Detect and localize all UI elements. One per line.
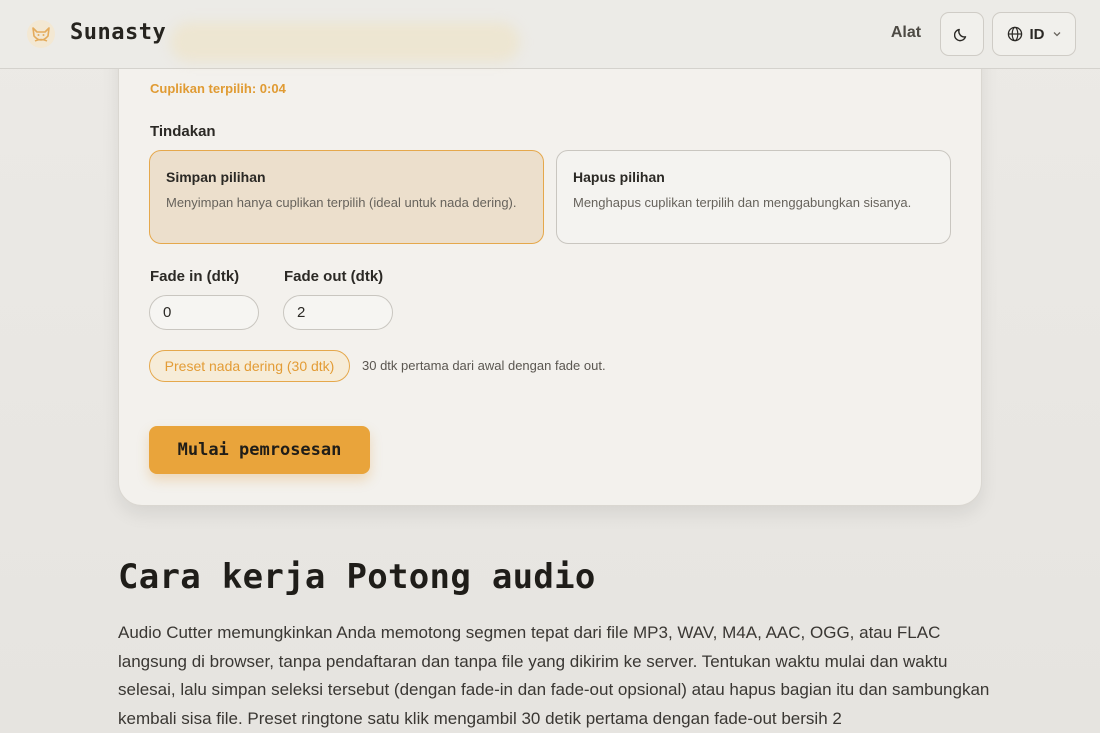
chevron-down-icon xyxy=(1053,32,1060,37)
delete-selection-title: Hapus pilihan xyxy=(573,169,665,185)
header-highlight xyxy=(170,22,520,62)
delete-selection-description: Menghapus cuplikan terpilih dan menggabu… xyxy=(573,195,912,210)
keep-selection-option[interactable]: Simpan pilihan Menyimpan hanya cuplikan … xyxy=(149,150,544,244)
how-it-works-paragraph: Audio Cutter memungkinkan Anda memotong … xyxy=(118,623,990,728)
ringtone-preset-button[interactable]: Preset nada dering (30 dtk) xyxy=(149,350,350,382)
moon-icon xyxy=(954,28,967,42)
globe-icon xyxy=(1007,26,1022,42)
keep-selection-title: Simpan pilihan xyxy=(166,169,266,185)
nav-link-tools[interactable]: Alat xyxy=(876,24,936,42)
fox-logo-icon[interactable] xyxy=(26,19,56,49)
selected-clip-duration: Cuplikan terpilih: 0:04 xyxy=(150,81,286,96)
fade-in-label: Fade in (dtk) xyxy=(150,268,240,285)
start-processing-button[interactable]: Mulai pemrosesan xyxy=(149,426,370,474)
fade-out-label: Fade out (dtk) xyxy=(284,268,384,285)
theme-toggle-button[interactable] xyxy=(940,12,984,56)
actions-label: Tindakan xyxy=(150,123,216,140)
how-it-works-heading: Cara kerja Potong audio xyxy=(118,557,596,597)
language-label: ID xyxy=(1029,25,1045,43)
language-selector[interactable]: ID xyxy=(992,12,1076,56)
keep-selection-description: Menyimpan hanya cuplikan terpilih (ideal… xyxy=(166,195,517,210)
delete-selection-option[interactable]: Hapus pilihan Menghapus cuplikan terpili… xyxy=(556,150,951,244)
preset-description: 30 dtk pertama dari awal dengan fade out… xyxy=(362,358,606,373)
top-navigation-bar: Sunasty Alat ID xyxy=(0,0,1100,69)
fade-in-input[interactable] xyxy=(149,295,259,330)
brand-name[interactable]: Sunasty xyxy=(70,20,166,45)
fade-out-input[interactable] xyxy=(283,295,393,330)
